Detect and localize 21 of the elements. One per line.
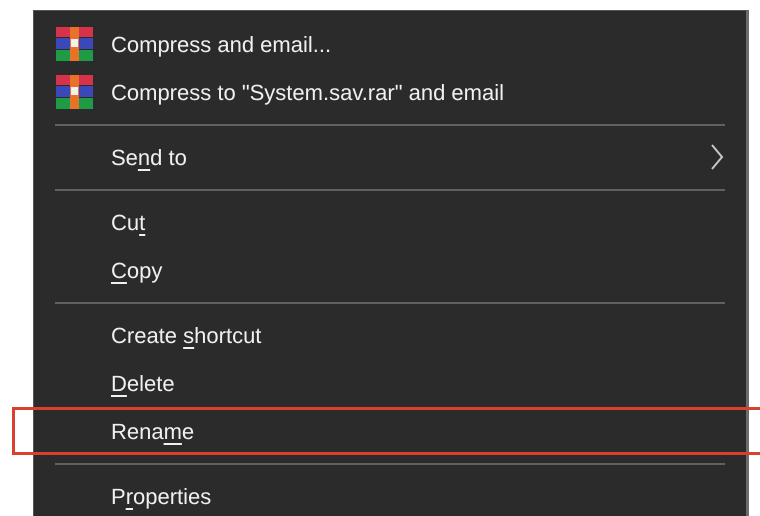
menu-item-label: Properties xyxy=(111,482,212,511)
menu-item[interactable]: Compress and email... xyxy=(34,20,746,68)
menu-item-label: Compress and email... xyxy=(111,30,332,59)
menu-item[interactable]: Cut xyxy=(34,198,746,246)
menu-item[interactable]: Compress to "System.sav.rar" and email xyxy=(34,68,746,116)
menu-item[interactable]: Delete xyxy=(34,359,746,407)
menu-item-label: Cut xyxy=(111,208,146,236)
menu-item[interactable]: Create shortcut xyxy=(34,311,746,359)
menu-item-label: Create shortcut xyxy=(111,322,262,350)
menu-item[interactable]: Send to xyxy=(34,133,746,181)
chevron-right-icon xyxy=(710,143,724,171)
archive-stack-icon xyxy=(56,27,93,61)
menu-item-label: Delete xyxy=(111,370,175,398)
menu-item[interactable]: Copy xyxy=(34,246,746,294)
menu-item-label: Copy xyxy=(111,256,162,285)
menu-item[interactable]: Rename xyxy=(34,407,746,455)
menu-item[interactable]: Properties xyxy=(34,472,746,516)
archive-stack-icon xyxy=(56,75,93,109)
menu-item-label: Rename xyxy=(111,418,194,446)
menu-item-label: Compress to "System.sav.rar" and email xyxy=(111,78,504,107)
menu-item-label: Send to xyxy=(111,144,187,172)
